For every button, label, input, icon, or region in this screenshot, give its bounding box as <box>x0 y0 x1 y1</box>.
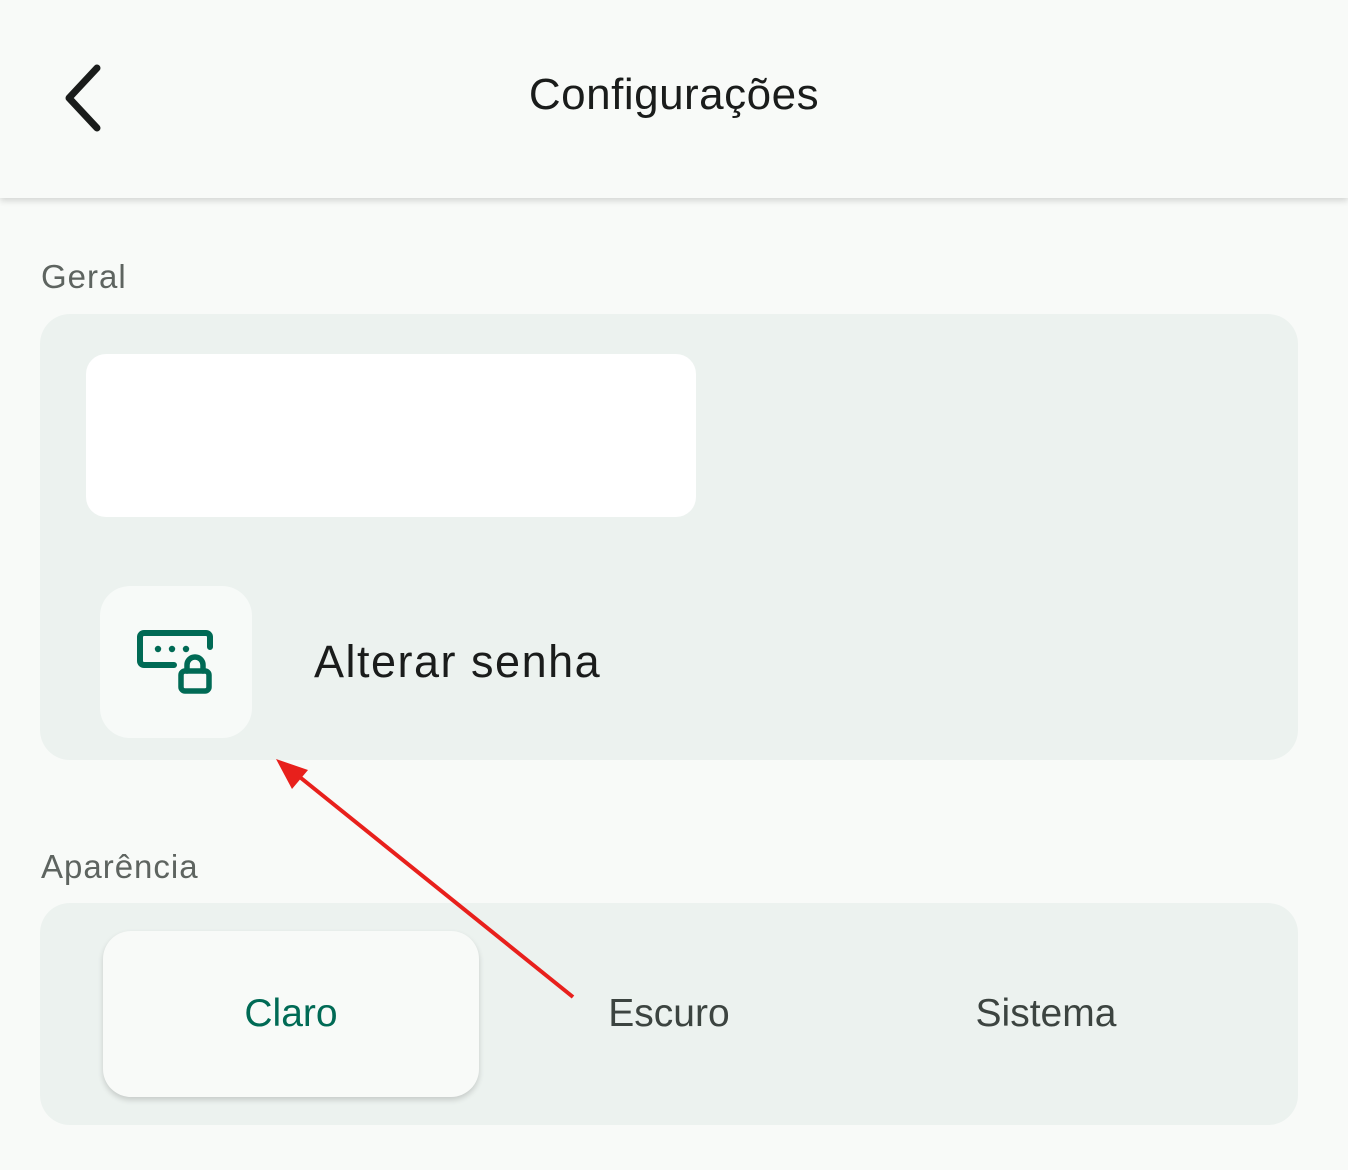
page-title: Configurações <box>528 70 820 119</box>
settings-screen: Configurações Geral Alterar senha Aparên… <box>0 0 1348 1170</box>
change-password-icon-tile <box>100 586 252 738</box>
change-password-label: Alterar senha <box>314 636 602 687</box>
appearance-card: Claro Escuro Sistema <box>40 903 1298 1125</box>
theme-option-dark[interactable]: Escuro <box>481 931 857 1097</box>
theme-option-system[interactable]: Sistema <box>858 931 1234 1097</box>
change-password-item[interactable]: Alterar senha <box>100 586 1240 738</box>
general-card: Alterar senha <box>40 314 1298 760</box>
password-lock-icon <box>137 630 213 694</box>
section-label-general: Geral <box>41 258 127 295</box>
top-app-bar: Configurações <box>0 0 1348 198</box>
profile-placeholder <box>86 354 696 517</box>
section-label-appearance: Aparência <box>41 848 199 885</box>
theme-segmented-control: Claro Escuro Sistema <box>40 903 1298 1125</box>
theme-option-light[interactable]: Claro <box>103 931 479 1097</box>
